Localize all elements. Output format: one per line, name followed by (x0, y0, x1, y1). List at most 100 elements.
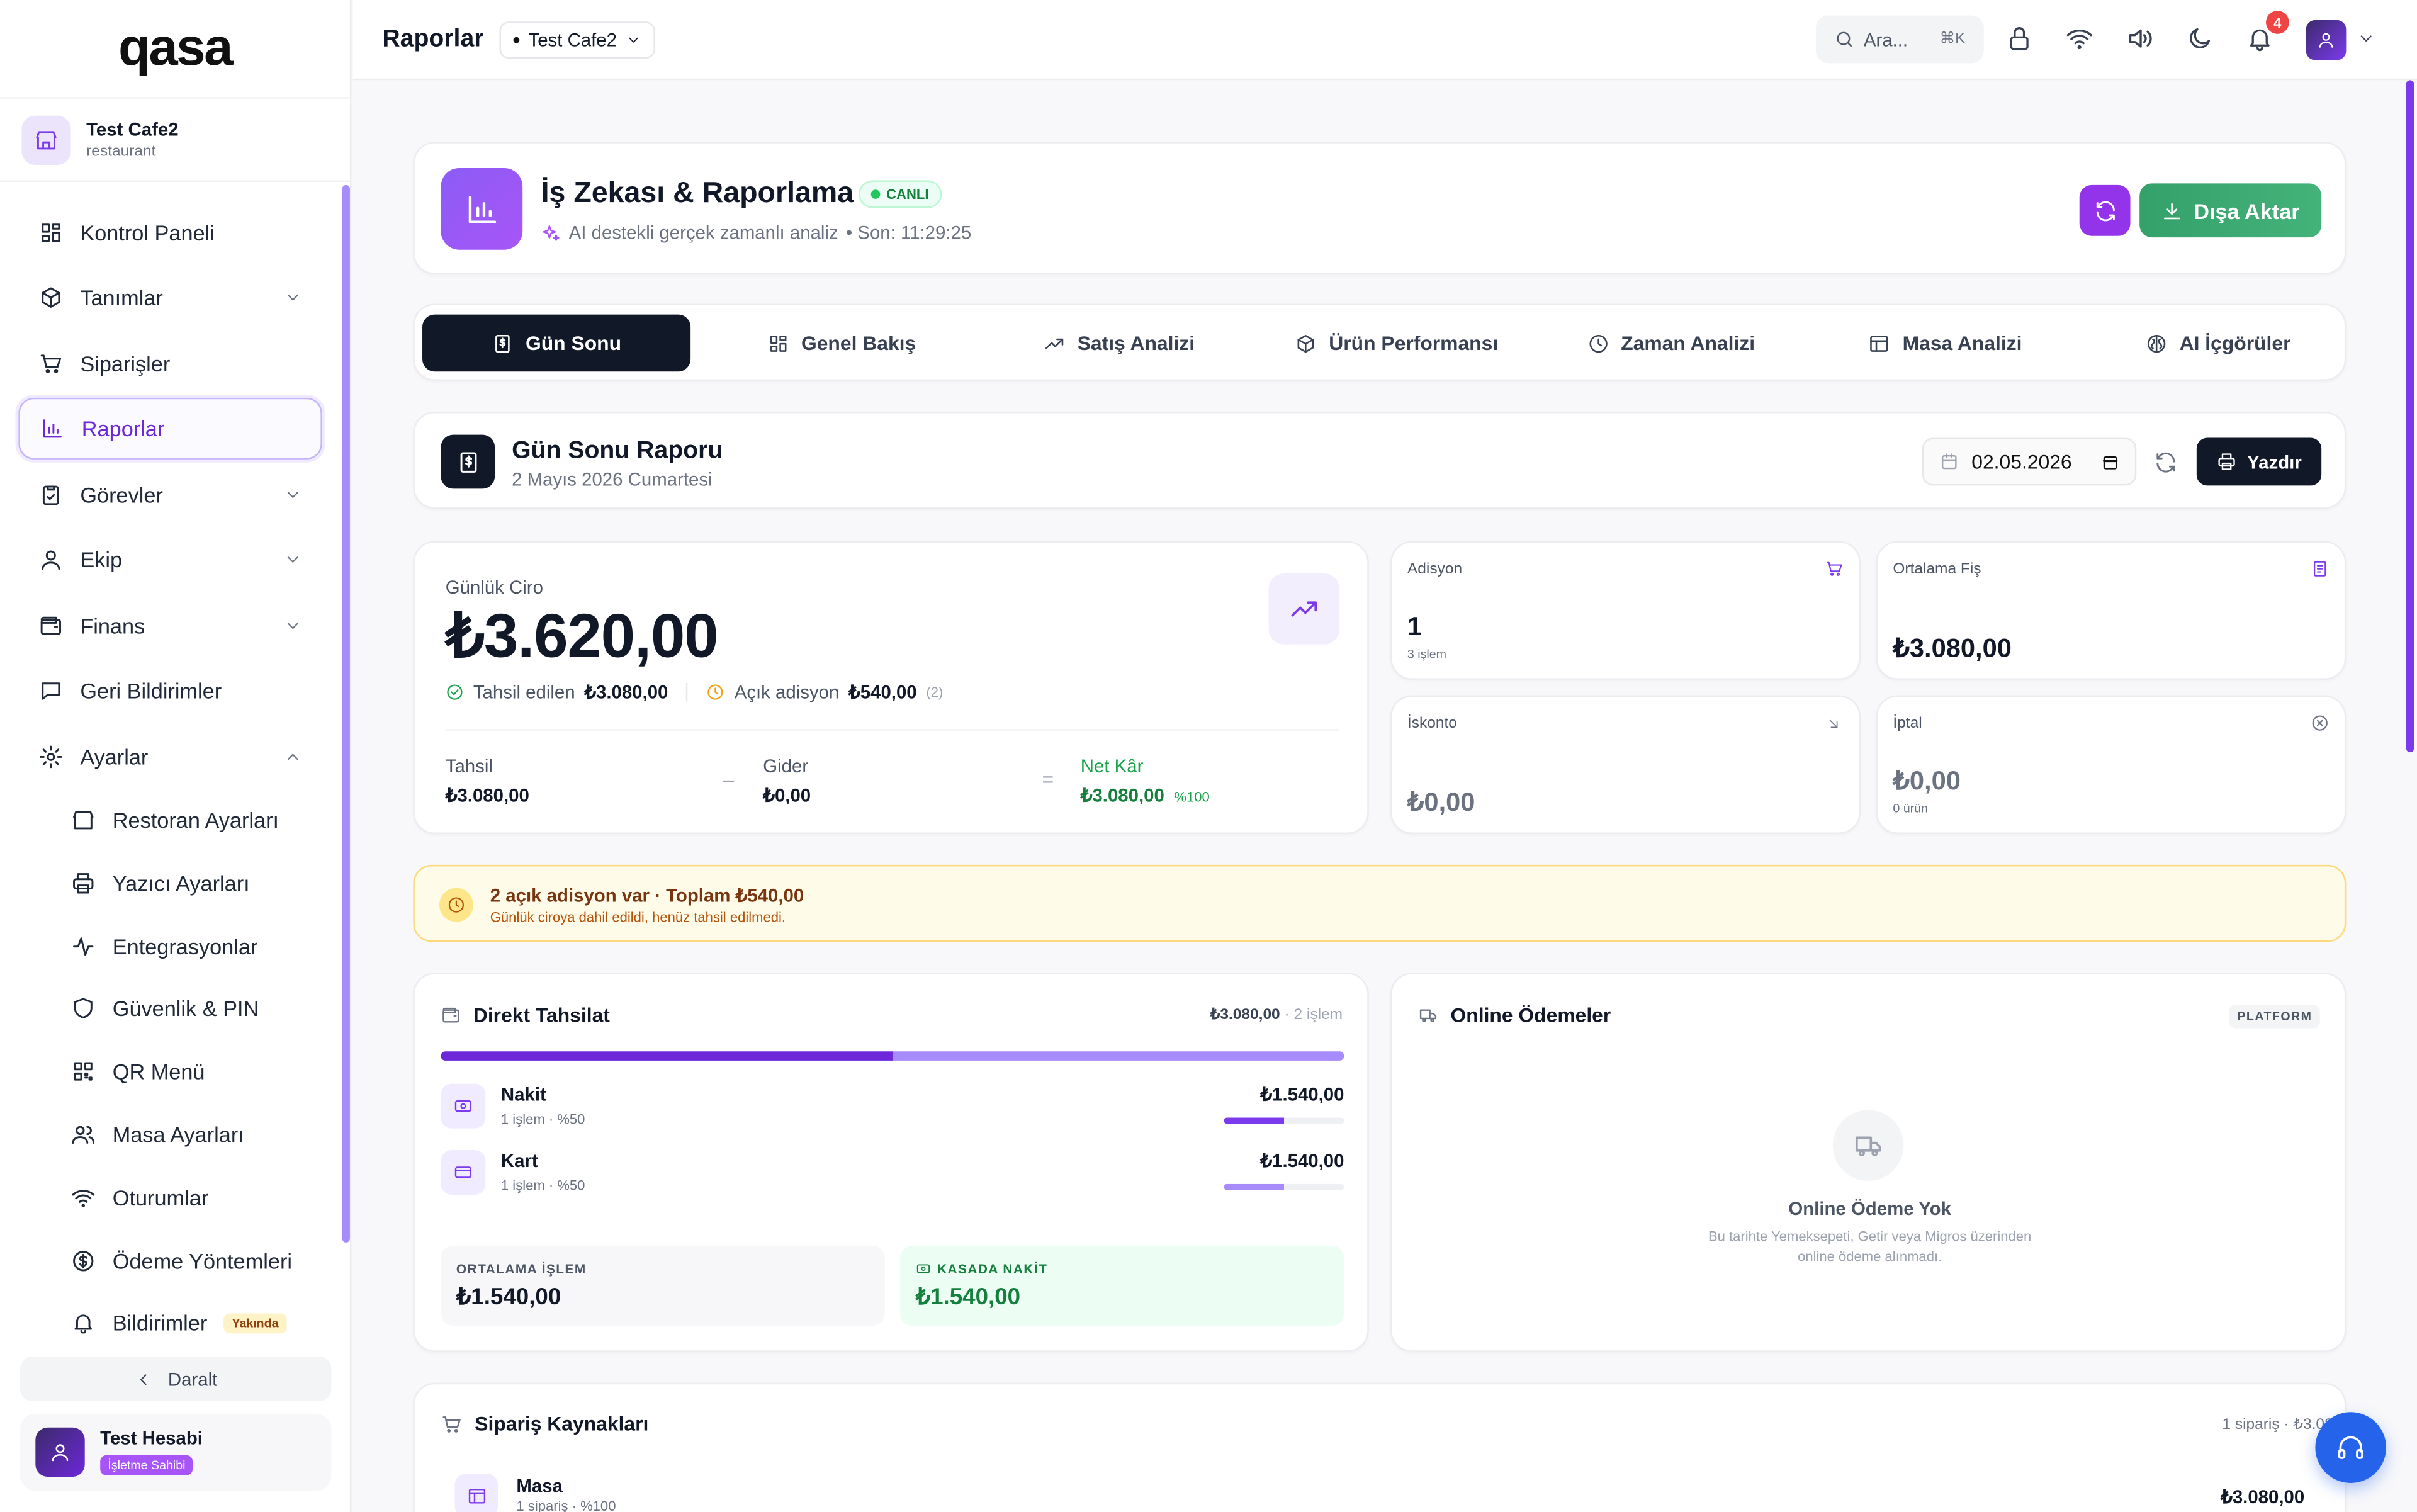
payment-split-bar (441, 1051, 1344, 1061)
sidebar-item-geri-bildirimler[interactable]: Geri Bildirimler (18, 660, 322, 721)
wifi-icon[interactable] (2066, 25, 2093, 52)
chevron-down-icon[interactable] (2357, 30, 2375, 48)
collected-value: ₺3.080,00 (584, 681, 668, 703)
refresh-button[interactable] (2079, 184, 2131, 236)
org-name: Test Cafe2 (86, 118, 179, 140)
sidebar-subitem-guvenlik[interactable]: Güvenlik & PIN (49, 981, 320, 1036)
sidebar-item-finans[interactable]: Finans (18, 595, 322, 657)
breakdown-profit: Net Kâr ₺3.080,00 %100 (1081, 755, 1210, 806)
message-icon (42, 682, 60, 700)
arrow-down-right-icon (1829, 719, 1838, 728)
wifi-icon (72, 1190, 95, 1207)
sidebar-subitem-entegrasyonlar[interactable]: Entegrasyonlar (49, 919, 320, 974)
trending-up-icon (1268, 573, 1340, 645)
payment-method-value: ₺1.540,00 (1260, 1149, 1344, 1172)
topbar: Raporlar Test Cafe2 Ara... ⌘K 4 (352, 0, 2417, 81)
sidebar-nav: Kontrol Paneli Tanımlar Siparişler Rapor… (0, 184, 351, 1334)
lock-icon[interactable] (2005, 25, 2033, 52)
sidebar-subitem-restoran-ayarlari[interactable]: Restoran Ayarları (49, 793, 320, 848)
sidebar-item-ekip[interactable]: Ekip (18, 529, 322, 590)
sidebar-subitem-label: Yazıcı Ayarları (112, 871, 250, 896)
collapse-label: Daralt (167, 1368, 218, 1390)
empty-state-title: Online Ödeme Yok (1788, 1197, 1951, 1220)
store-icon (21, 115, 71, 164)
support-button[interactable] (2315, 1412, 2387, 1483)
revenue-label: Günlük Ciro (445, 576, 543, 599)
payment-method-sub: 1 işlem · %50 (500, 1111, 585, 1127)
open-count: (2) (926, 684, 944, 700)
tab-label: Ürün Performansı (1329, 331, 1499, 355)
tab-label: Masa Analizi (1902, 331, 2022, 355)
sidebar-item-ayarlar[interactable]: Ayarlar (18, 726, 322, 787)
tab-gun-sonu[interactable]: Gün Sonu (422, 314, 691, 372)
date-input[interactable]: 02.05.2026 (1922, 437, 2137, 486)
tab-zaman-analizi[interactable]: Zaman Analizi (1537, 315, 1805, 372)
calendar-picker-icon[interactable] (2101, 453, 2119, 471)
divider (445, 729, 1340, 731)
credit-card-icon (441, 1149, 486, 1195)
org-switcher[interactable]: Test Cafe2 restaurant (0, 99, 350, 182)
payment-method-sub: 1 işlem · %50 (500, 1178, 585, 1193)
sidebar-item-siparisler[interactable]: Siparişler (18, 333, 322, 395)
sidebar-item-raporlar[interactable]: Raporlar (18, 397, 322, 460)
sidebar-subitem-qr-menu[interactable]: QR Menü (49, 1044, 320, 1099)
cash-in-register-box: KASADA NAKİT ₺1.540,00 (900, 1245, 1344, 1326)
stat-label: Ortalama Fiş (1893, 561, 1981, 578)
payment-method-name: Kart (500, 1149, 538, 1172)
search-placeholder: Ara... (1863, 28, 1908, 50)
sidebar-scrollbar[interactable] (342, 184, 350, 1243)
minus-sign: – (723, 767, 735, 791)
export-button[interactable]: Dışa Aktar (2139, 183, 2322, 238)
notification-badge: 4 (2266, 11, 2289, 34)
profile-avatar[interactable] (2306, 20, 2347, 60)
order-sources-card: Sipariş Kaynakları 1 sipariş · ₺3.080,00… (413, 1382, 2363, 1512)
tab-label: AI İçgörüler (2179, 331, 2291, 355)
tab-satis-analizi[interactable]: Satış Analizi (985, 315, 1253, 372)
avg-value: ₺1.540,00 (456, 1284, 561, 1311)
live-badge: CANLI (859, 180, 942, 208)
tab-masa-analizi[interactable]: Masa Analizi (1811, 315, 2080, 372)
payment-method-value: ₺1.540,00 (1260, 1083, 1344, 1105)
user-profile[interactable]: Test Hesabi İşletme Sahibi (20, 1413, 332, 1491)
search-input[interactable]: Ara... ⌘K (1815, 15, 1984, 64)
refresh-icon[interactable] (2153, 450, 2178, 475)
headset-icon (2338, 1436, 2363, 1459)
sidebar-subitem-oturumlar[interactable]: Oturumlar (49, 1170, 320, 1226)
volume-icon[interactable] (2126, 25, 2153, 52)
online-title: Online Ödemeler (1450, 1003, 1611, 1027)
live-dot (870, 189, 881, 199)
user-role-badge: İşletme Sahibi (100, 1455, 193, 1475)
app-logo[interactable]: qasa (0, 0, 350, 99)
main-scrollbar[interactable] (2406, 80, 2414, 753)
tab-genel-bakis[interactable]: Genel Bakış (707, 315, 976, 372)
page-title: Raporlar (382, 25, 484, 52)
gear-icon (40, 745, 62, 769)
stat-label: İptal (1893, 715, 1922, 733)
chevron-left-icon (140, 1374, 147, 1385)
sidebar-item-gorevler[interactable]: Görevler (18, 464, 322, 526)
sidebar-subitem-masa-ayarlari[interactable]: Masa Ayarları (49, 1107, 320, 1162)
sidebar-subitem-yazici-ayarlari[interactable]: Yazıcı Ayarları (49, 855, 320, 911)
tab-urun-performansi[interactable]: Ürün Performansı (1263, 315, 1531, 372)
breakdown-profit-label: Net Kâr (1080, 755, 1144, 777)
stat-sub: 0 ürün (1893, 801, 1928, 816)
sidebar-subitem-odeme-yontemleri[interactable]: Ödeme Yöntemleri (49, 1233, 320, 1289)
platform-badge: PLATFORM (2229, 1005, 2320, 1029)
print-button[interactable]: Yazdır (2196, 437, 2322, 486)
avg-label: ORTALAMA İŞLEM (456, 1261, 587, 1277)
tab-ai-icgoruler[interactable]: AI İçgörüler (2084, 315, 2352, 372)
sidebar-item-tanimlar[interactable]: Tanımlar (18, 267, 322, 329)
chevron-down-icon (287, 492, 298, 498)
sidebar-subitem-bildirimler[interactable]: Bildirimler Yakında (49, 1295, 320, 1334)
chevron-down-icon (287, 294, 298, 301)
empty-state-text: Bu tarihte Yemeksepeti, Getir veya Migro… (1708, 1228, 2032, 1265)
moon-icon[interactable] (2186, 25, 2214, 52)
sidebar-subitem-label: Entegrasyonlar (112, 934, 258, 959)
wallet-icon (442, 1007, 459, 1023)
sidebar-subitem-label: QR Menü (112, 1059, 205, 1084)
user-icon (52, 1444, 69, 1462)
sidebar-item-kontrol-paneli[interactable]: Kontrol Paneli (18, 202, 322, 264)
report-title: Gün Sonu Raporu (512, 437, 723, 465)
branch-selector[interactable]: Test Cafe2 (499, 21, 656, 58)
collapse-sidebar-button[interactable]: Daralt (20, 1357, 332, 1402)
